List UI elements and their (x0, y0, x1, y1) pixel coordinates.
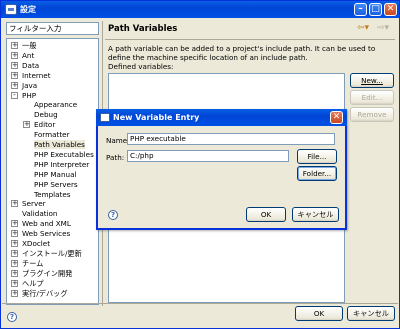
tree-item-label: Web and XML (22, 219, 71, 229)
back-arrow-icon[interactable]: ⇦▾ (357, 23, 369, 33)
dialog-cancel-button[interactable]: キャンセル (292, 207, 339, 222)
folder-button[interactable]: Folder... (297, 166, 337, 181)
expand-icon[interactable]: + (11, 259, 18, 267)
tree-item-label: Editor (34, 120, 56, 130)
defined-variables-label: Defined variables: (108, 62, 174, 71)
expand-icon[interactable]: + (11, 81, 18, 89)
dialog-app-icon (100, 113, 110, 122)
tree-item-label: Java (22, 80, 38, 90)
tree-item-label: Debug (34, 110, 58, 120)
tree-item-label: PHP Manual (34, 169, 77, 179)
filter-input[interactable]: フィルター入力 (6, 22, 99, 35)
tree-item-label: PHP Executables (34, 149, 94, 159)
tree-item-label: XDoclet (22, 239, 51, 248)
dialog-ok-button[interactable]: OK (246, 207, 286, 222)
tree-item-label: Data (22, 60, 40, 70)
expand-icon[interactable]: + (11, 61, 18, 69)
help-icon[interactable]: ? (7, 312, 17, 322)
tree-item-label: PHP (22, 90, 37, 100)
expand-icon[interactable]: + (11, 42, 18, 49)
close-icon[interactable]: ✕ (384, 3, 397, 16)
remove-button[interactable]: Remove (350, 107, 394, 122)
page-title: Path Variables (108, 24, 178, 34)
footer-separator (2, 303, 398, 304)
dialog-help-icon[interactable]: ? (108, 210, 118, 220)
cancel-button[interactable]: キャンセル (347, 306, 395, 321)
page-description: A path variable can be added to a projec… (108, 44, 376, 62)
tree-item-label: PHP Interpreter (34, 159, 90, 169)
tree-item-label: Server (22, 199, 46, 209)
forward-arrow-icon[interactable]: ⇨▾ (377, 23, 389, 33)
preferences-tree[interactable]: + 一般 + Ant + Data + Internet + Java - PHP Appearance… (6, 38, 99, 305)
new-button[interactable]: New... (350, 73, 394, 88)
file-button[interactable]: File... (297, 149, 337, 164)
expand-icon[interactable]: + (11, 220, 18, 228)
tree-item-label: 一般 (22, 41, 37, 50)
dialog-title-bar[interactable]: New Variable Entry ✕ (96, 109, 347, 126)
edit-button[interactable]: Edit... (350, 90, 394, 105)
expand-icon[interactable]: + (11, 200, 18, 208)
expand-icon[interactable]: + (11, 289, 18, 297)
expand-icon[interactable]: + (11, 269, 18, 277)
expand-icon[interactable]: + (11, 51, 18, 59)
tree-item-label: PHP Servers (34, 179, 78, 189)
tree-item-label: チーム (22, 258, 44, 268)
expand-icon[interactable]: + (11, 71, 18, 79)
tree-item-label: Validation (22, 209, 58, 219)
collapse-icon[interactable]: - (11, 91, 18, 99)
title-separator (105, 39, 395, 40)
path-field[interactable]: C:/php (127, 150, 289, 162)
tree-item-label: Internet (22, 70, 51, 80)
tree-item-label: Formatter (34, 130, 70, 140)
tree-item-label: Ant (22, 50, 35, 60)
dialog-close-icon[interactable]: ✕ (330, 111, 343, 124)
maximize-icon[interactable]: □ (369, 3, 382, 16)
expand-icon[interactable]: + (11, 279, 18, 287)
name-field[interactable]: PHP executable (127, 133, 335, 145)
tree-item-label: Appearance (34, 100, 78, 110)
new-variable-dialog: New Variable Entry ✕ Name: PHP executabl… (96, 109, 347, 230)
tree-item-label: ヘルプ (22, 278, 44, 288)
tree-item-label: プラグイン開発 (22, 268, 73, 278)
tree-item-label: Web Services (22, 229, 71, 239)
expand-icon[interactable]: + (11, 249, 18, 257)
app-icon (5, 4, 17, 15)
expand-icon[interactable]: + (11, 240, 18, 247)
path-label: Path: (106, 153, 125, 162)
ok-button[interactable]: OK (295, 306, 343, 321)
expand-icon[interactable]: + (23, 121, 30, 129)
window-title: 設定 (20, 5, 36, 14)
minimize-icon[interactable]: – (354, 3, 367, 16)
tree-item-label: インストール/更新 (22, 248, 82, 258)
expand-icon[interactable]: + (11, 230, 18, 238)
tree-item-label: Templates (34, 189, 71, 199)
tree-item-label: 実行/デバッグ (22, 288, 68, 298)
dialog-title: New Variable Entry (113, 113, 200, 122)
title-bar[interactable]: 設定 – □ ✕ (1, 1, 399, 18)
tree-item-label: Path Variables (34, 140, 85, 149)
